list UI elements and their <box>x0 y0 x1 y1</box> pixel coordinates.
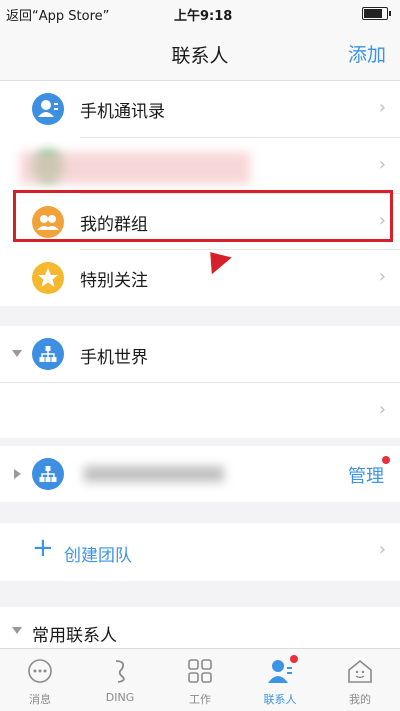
tab-work[interactable]: 工作 <box>160 649 240 711</box>
org-section-1: 手机世界 › <box>0 326 400 438</box>
expand-triangle-icon[interactable] <box>14 469 21 479</box>
tab-ding[interactable]: DING <box>80 649 160 711</box>
tab-label: 我的 <box>349 693 371 706</box>
notification-dot <box>382 456 390 464</box>
org-name[interactable]: 手机世界 <box>80 343 148 368</box>
chevron-right-icon: › <box>378 539 386 560</box>
frequent-contacts-section: 常用联系人 <box>0 607 400 648</box>
person-book-icon <box>32 93 64 125</box>
frequent-contacts-label[interactable]: 常用联系人 <box>32 621 117 646</box>
tab-label: 联系人 <box>263 693 297 706</box>
org-chart-icon <box>32 458 64 490</box>
home-profile-icon <box>348 659 372 683</box>
clock: 上午9:18 <box>174 9 233 24</box>
phone-contacts-row[interactable]: 手机通讯录 › <box>0 81 400 137</box>
special-follow-row[interactable]: 特别关注 › <box>0 250 400 306</box>
chevron-right-icon: › <box>378 266 386 287</box>
org-chart-icon <box>32 338 64 370</box>
battery-icon <box>362 7 391 20</box>
tab-messages[interactable]: 消息 <box>0 649 80 711</box>
blurred-row[interactable]: › <box>0 138 400 194</box>
message-icon <box>28 659 52 683</box>
create-team-section: + 创建团队 › <box>0 523 400 581</box>
create-team-label: 创建团队 <box>64 546 132 566</box>
phone-contacts-label: 手机通讯录 <box>80 102 165 122</box>
work-grid-icon <box>188 659 212 683</box>
tab-contacts[interactable]: 联系人 <box>240 649 320 711</box>
tab-label: 工作 <box>189 693 211 706</box>
org-section-2: 管理 <box>0 446 400 502</box>
page-title: 联系人 <box>171 45 229 67</box>
back-to-app-store-link[interactable]: 返回“App Store” <box>6 5 109 24</box>
nav-bar: 联系人 添加 <box>0 26 400 81</box>
star-icon <box>32 262 64 294</box>
tab-label: 消息 <box>29 693 51 706</box>
chevron-right-icon: › <box>378 97 386 118</box>
ding-icon <box>115 660 125 683</box>
special-follow-label: 特别关注 <box>80 271 148 291</box>
blurred-org-name <box>84 466 224 482</box>
notification-dot <box>290 655 298 663</box>
status-bar: 返回“App Store” 上午9:18 <box>0 0 400 26</box>
chevron-right-icon: › <box>378 399 386 420</box>
collapse-triangle-icon[interactable] <box>12 627 22 634</box>
create-team-row[interactable]: + 创建团队 › <box>0 523 400 581</box>
redaction-blur <box>20 152 250 184</box>
collapse-triangle-icon[interactable] <box>12 350 22 357</box>
tab-bar: 消息 DING 工作 联系人 我的 <box>0 648 400 711</box>
tab-label: DING <box>105 691 135 704</box>
add-button[interactable]: 添加 <box>348 40 386 67</box>
org-sub-row[interactable]: › <box>0 383 400 438</box>
highlight-box <box>13 190 393 242</box>
plus-icon: + <box>32 533 54 563</box>
tab-mine[interactable]: 我的 <box>320 649 400 711</box>
manage-button[interactable]: 管理 <box>348 462 384 488</box>
chevron-right-icon: › <box>378 154 386 175</box>
